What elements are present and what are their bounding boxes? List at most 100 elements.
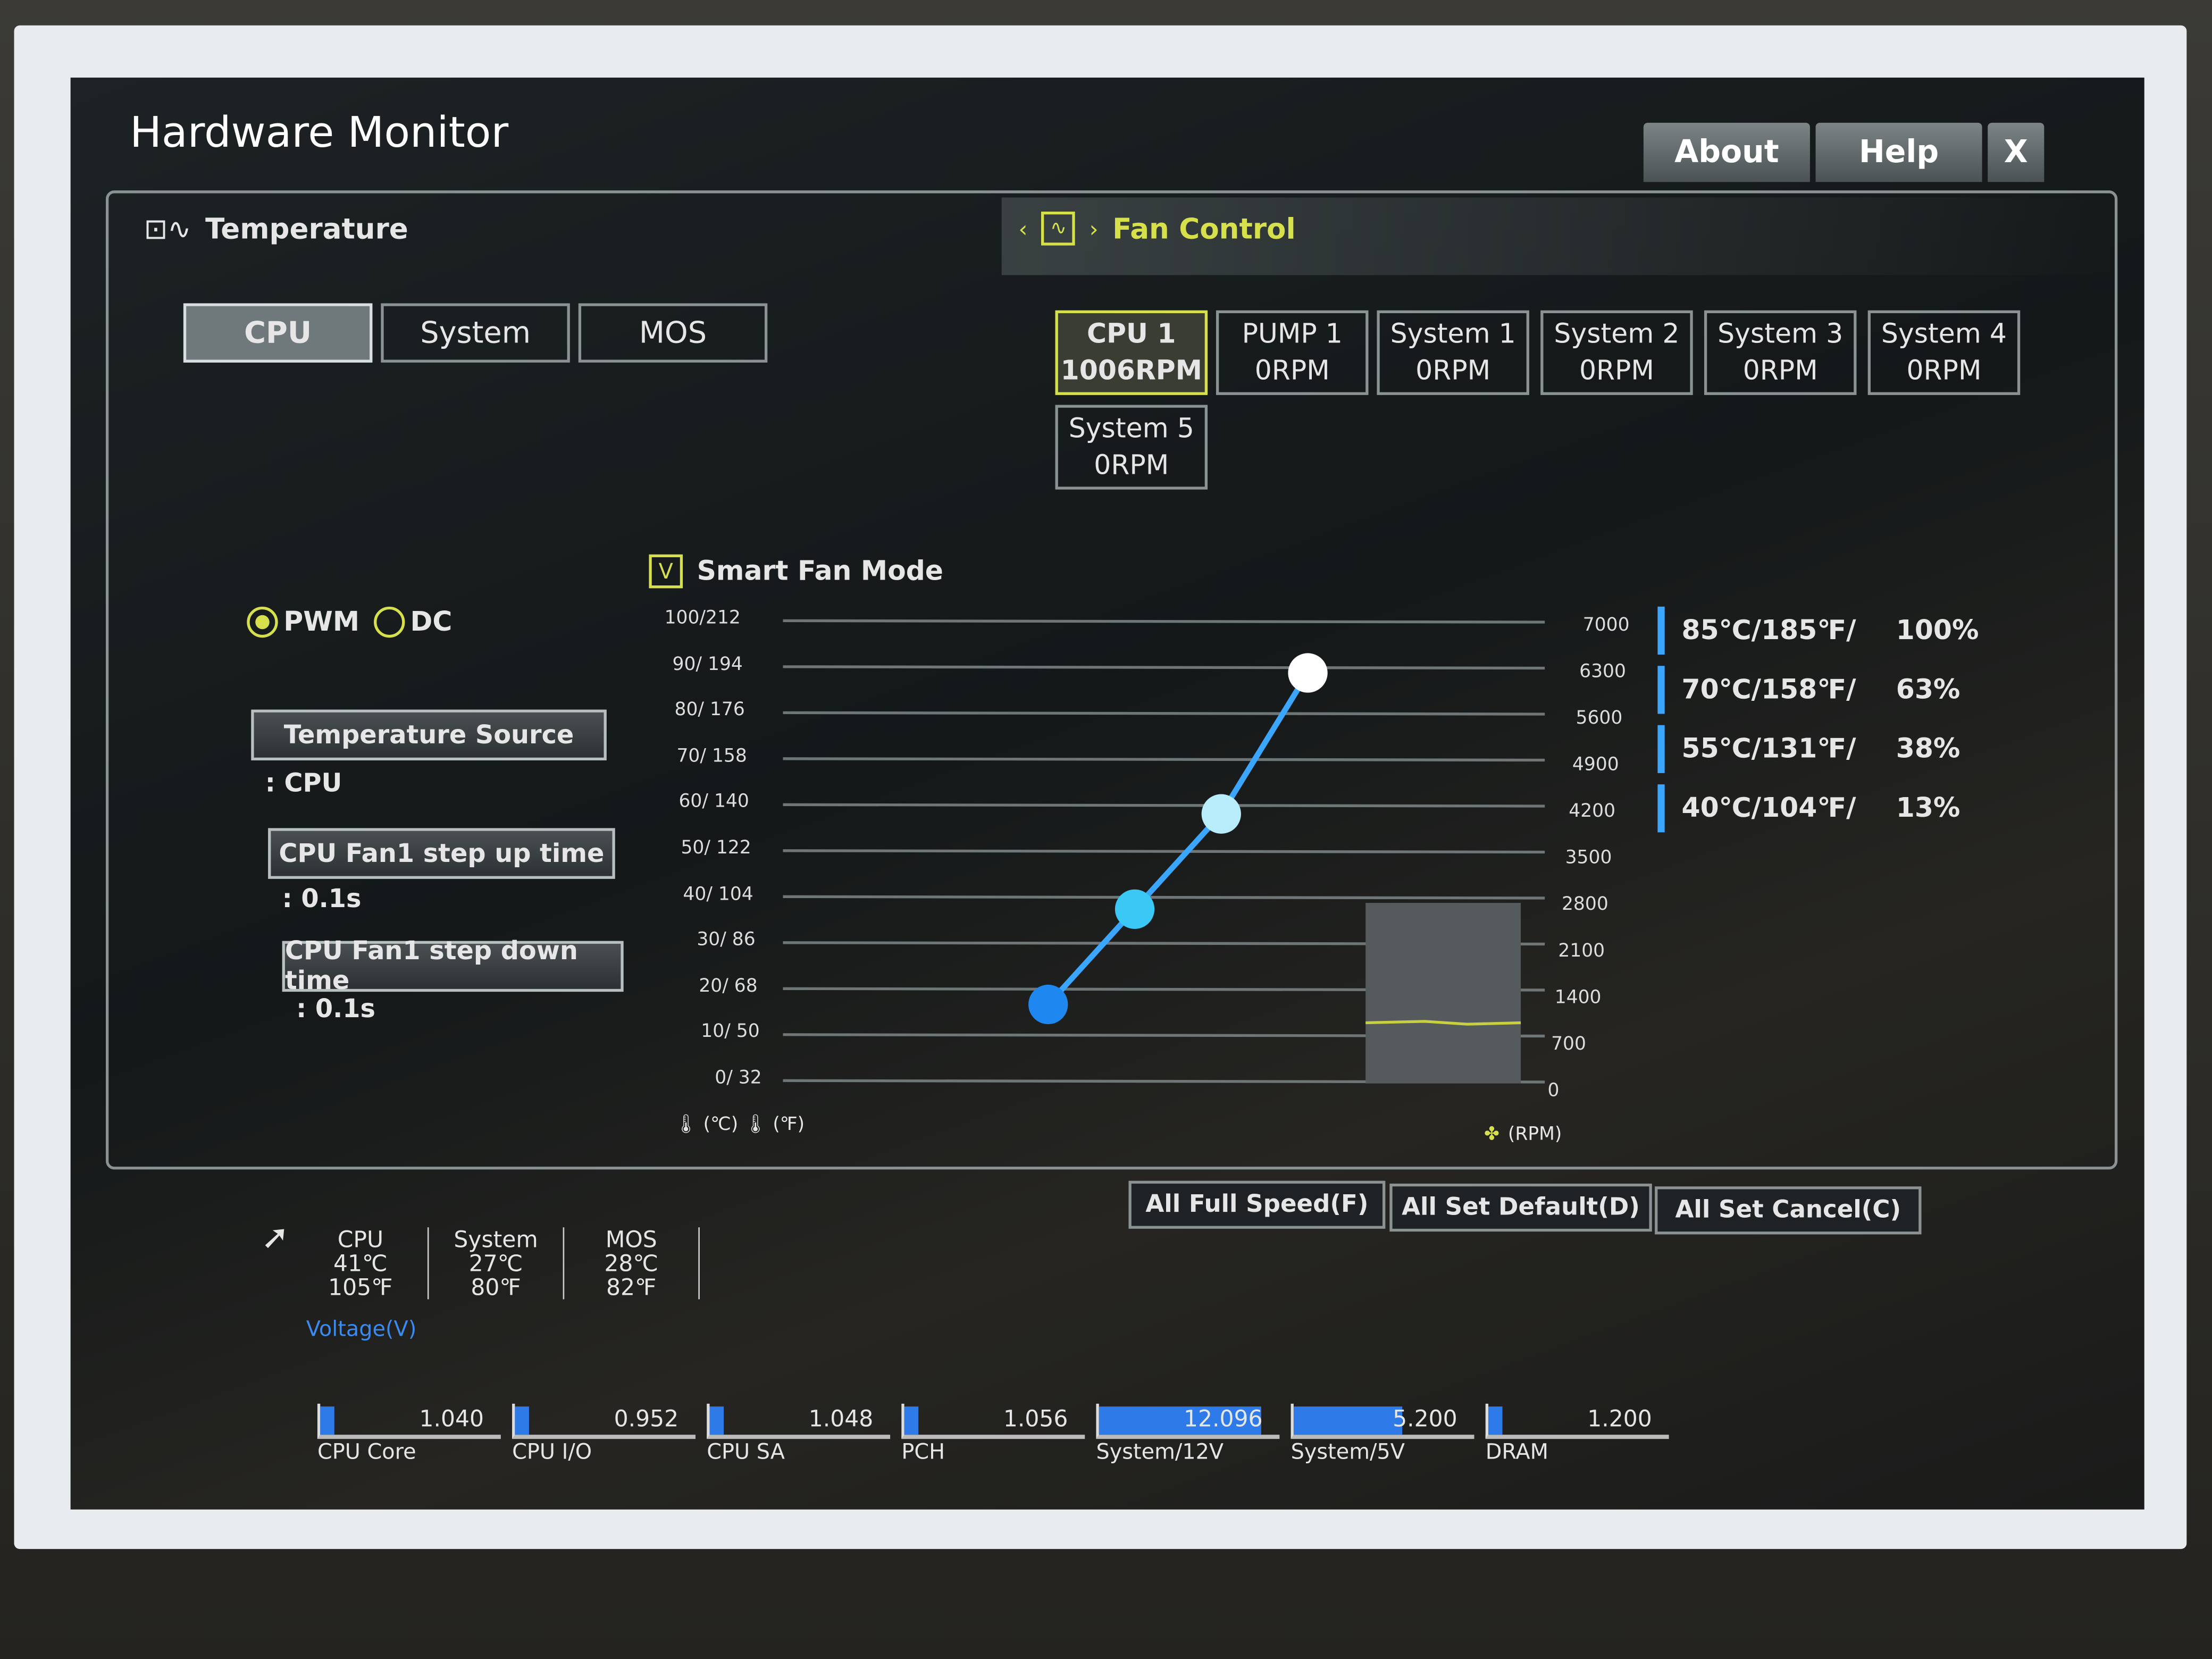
temperature-readouts: CPU 41℃ 105℉ System 27℃ 80℉ MOS 28℃ 82℉ xyxy=(294,1226,700,1301)
legend-row: 55℃/131℉/ 38% xyxy=(1657,725,1979,773)
fan-name: System 3 xyxy=(1717,319,1844,350)
voltage-fill xyxy=(904,1406,919,1435)
fan-curve-point[interactable] xyxy=(1288,653,1328,693)
fan-curve-point[interactable] xyxy=(1028,984,1068,1025)
grid-line xyxy=(783,619,1545,624)
temp-readout: MOS 28℃ 82℉ xyxy=(564,1227,700,1300)
voltage-fill xyxy=(320,1406,335,1435)
legend-percent: 63% xyxy=(1896,674,1960,706)
fan-curve-point[interactable] xyxy=(1115,889,1155,929)
legend-temp: 55℃/131℉/ xyxy=(1681,733,1856,765)
rpm-tick-label: 4900 xyxy=(1572,755,1619,776)
thermometer-icon: 🌡 xyxy=(743,1114,767,1136)
rpm-history-box xyxy=(1365,902,1521,1084)
fan-tab[interactable]: CPU 1 1006RPM xyxy=(1055,310,1208,395)
voltage-item: 12.096 System/12V xyxy=(1096,1403,1280,1464)
fan-speed: 0RPM xyxy=(1254,355,1330,387)
celsius-unit: (℃) xyxy=(703,1114,739,1136)
rpm-tick-label: 5600 xyxy=(1576,708,1623,730)
voltage-value: 12.096 xyxy=(1183,1405,1263,1432)
voltage-item: 0.952 CPU I/O xyxy=(512,1403,696,1464)
fan-icon: ✤ xyxy=(1484,1124,1499,1146)
temp-f: 80℉ xyxy=(471,1273,521,1301)
rpm-tick-label: 3500 xyxy=(1565,848,1612,869)
rpm-tick-label: 1400 xyxy=(1554,987,1602,1009)
legend-temp: 70℃/158℉/ xyxy=(1681,674,1856,706)
rpm-tick-label: 7000 xyxy=(1582,615,1630,636)
voltage-name: CPU I/O xyxy=(512,1439,592,1464)
voltage-item: 1.040 CPU Core xyxy=(317,1403,501,1464)
fan-name: PUMP 1 xyxy=(1242,319,1343,350)
legend-bar xyxy=(1657,606,1665,655)
temp-tick-label: 40/ 104 xyxy=(683,884,753,906)
voltage-bar: 1.040 xyxy=(317,1403,501,1439)
fan-speed: 0RPM xyxy=(1094,450,1169,481)
legend-percent: 38% xyxy=(1896,733,1960,765)
voltage-item: 1.048 CPU SA xyxy=(707,1403,891,1464)
fan-tab[interactable]: System 4 0RPM xyxy=(1867,310,2021,395)
voltage-fill xyxy=(1488,1406,1503,1435)
fan-tab[interactable]: System 3 0RPM xyxy=(1704,310,1857,395)
fan-curve-point[interactable] xyxy=(1201,794,1241,834)
fan-speed: 1006RPM xyxy=(1060,355,1202,387)
voltage-value: 1.056 xyxy=(1003,1405,1068,1432)
voltage-name: System/5V xyxy=(1291,1439,1405,1464)
fan-curve-line xyxy=(1046,671,1311,1007)
grid-line xyxy=(783,895,1545,900)
voltage-bar: 0.952 xyxy=(512,1403,696,1439)
fan-tab[interactable]: System 5 0RPM xyxy=(1055,405,1208,490)
fan-name: CPU 1 xyxy=(1087,319,1176,350)
voltage-name: DRAM xyxy=(1485,1439,1548,1464)
temp-tick-label: 80/ 176 xyxy=(674,700,745,722)
all-full-speed-button[interactable]: All Full Speed(F) xyxy=(1128,1180,1386,1229)
rpm-tick-label: 6300 xyxy=(1579,661,1626,683)
fan-name: System 1 xyxy=(1390,319,1516,350)
temp-tick-label: 100/212 xyxy=(664,608,741,630)
voltage-label: Voltage(V) xyxy=(306,1316,417,1342)
temp-readout: CPU 41℃ 105℉ xyxy=(294,1227,429,1301)
voltage-fill xyxy=(515,1406,530,1435)
legend-bar xyxy=(1657,784,1665,833)
voltage-value: 1.048 xyxy=(808,1405,874,1432)
temp-tick-label: 0/ 32 xyxy=(715,1068,762,1090)
fan-name: System 4 xyxy=(1881,319,2007,350)
fahrenheit-unit: (℉) xyxy=(773,1114,805,1136)
temp-f: 105℉ xyxy=(328,1273,393,1301)
rpm-unit: (RPM) xyxy=(1507,1124,1562,1146)
temp-c: 41℃ xyxy=(333,1250,388,1277)
voltage-value: 1.040 xyxy=(419,1405,484,1432)
fan-name: System 5 xyxy=(1068,413,1194,445)
bios-screen: Hardware Monitor About Help X ⊡∿ Tempera… xyxy=(70,77,2144,1510)
all-set-cancel-button[interactable]: All Set Cancel(C) xyxy=(1655,1186,1922,1235)
voltage-name: CPU SA xyxy=(707,1439,785,1464)
curve-legend: 85℃/185℉/ 100% 70℃/158℉/ 63% 55℃/131℉/ 38% 40℃… xyxy=(1657,606,1979,833)
fan-tab[interactable]: System 1 0RPM xyxy=(1377,310,1529,395)
temp-name: System xyxy=(454,1226,538,1253)
fan-speed: 0RPM xyxy=(1742,355,1818,387)
legend-percent: 13% xyxy=(1896,793,1960,824)
fan-name: System 2 xyxy=(1554,319,1680,350)
temp-tick-label: 70/ 158 xyxy=(676,745,747,767)
voltage-item: 1.200 DRAM xyxy=(1485,1403,1669,1464)
voltage-name: PCH xyxy=(901,1439,945,1464)
legend-bar xyxy=(1657,666,1665,714)
temp-readout: System 27℃ 80℉ xyxy=(429,1226,565,1301)
voltage-value: 0.952 xyxy=(614,1405,679,1432)
mouse-cursor-icon: ➚ xyxy=(261,1217,290,1257)
voltage-value: 1.200 xyxy=(1587,1405,1652,1432)
grid-line xyxy=(783,711,1545,716)
voltage-bar: 1.200 xyxy=(1485,1403,1669,1439)
legend-row: 40℃/104℉/ 13% xyxy=(1657,784,1979,833)
voltage-item: 5.200 System/5V xyxy=(1291,1403,1474,1464)
voltage-name: CPU Core xyxy=(317,1439,416,1464)
rpm-tick-label: 0 xyxy=(1547,1080,1560,1102)
all-set-default-button[interactable]: All Set Default(D) xyxy=(1389,1183,1652,1232)
temp-tick-label: 20/ 68 xyxy=(699,976,758,998)
grid-line xyxy=(783,849,1545,854)
fan-tab[interactable]: System 2 0RPM xyxy=(1540,310,1693,395)
fan-tab[interactable]: PUMP 1 0RPM xyxy=(1216,310,1369,395)
grid-line xyxy=(783,757,1545,762)
rpm-tick-label: 2100 xyxy=(1558,941,1605,962)
legend-bar xyxy=(1657,725,1665,773)
rpm-tick-label: 2800 xyxy=(1561,894,1608,916)
